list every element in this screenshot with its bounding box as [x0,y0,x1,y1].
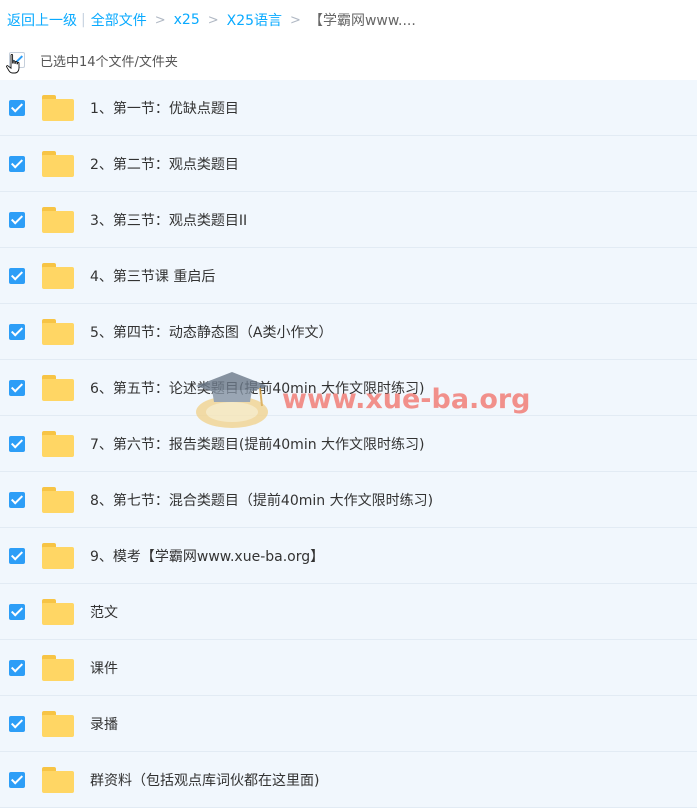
file-name[interactable]: 录播 [90,714,118,734]
file-row[interactable]: 6、第五节：论述类题目(提前40min 大作文限时练习) [0,360,697,416]
folder-icon [42,710,74,737]
breadcrumb-separator-icon: > [207,12,219,28]
back-link[interactable]: 返回上一级 [7,10,77,30]
selection-bar: 已选中14个文件/文件夹 [0,40,697,80]
row-checkbox[interactable] [9,659,25,676]
breadcrumb-separator-icon: > [154,12,166,28]
row-checkbox[interactable] [9,547,25,564]
breadcrumb-all-files[interactable]: 全部文件 [91,10,147,30]
file-row[interactable]: 范文 [0,584,697,640]
file-name[interactable]: 5、第四节：动态静态图（A类小作文） [90,322,332,342]
file-row[interactable]: 5、第四节：动态静态图（A类小作文） [0,304,697,360]
file-row[interactable]: 4、第三节课 重启后 [0,248,697,304]
breadcrumb-pipe: | [81,12,86,28]
row-checkbox[interactable] [9,603,25,620]
breadcrumb-separator-icon: > [290,12,301,28]
file-name[interactable]: 6、第五节：论述类题目(提前40min 大作文限时练习) [90,378,425,398]
file-name[interactable]: 7、第六节：报告类题目(提前40min 大作文限时练习) [90,434,425,454]
folder-icon [42,654,74,681]
folder-icon [42,150,74,177]
select-all-checkbox[interactable] [6,52,25,74]
folder-icon [42,318,74,345]
file-name[interactable]: 8、第七节：混合类题目（提前40min 大作文限时练习) [90,490,433,510]
selection-count-label: 已选中14个文件/文件夹 [40,54,178,70]
folder-icon [42,206,74,233]
folder-icon [42,94,74,121]
file-row[interactable]: 群资料（包括观点库词伙都在这里面) [0,752,697,808]
file-name[interactable]: 群资料（包括观点库词伙都在这里面) [90,770,319,790]
folder-icon [42,486,74,513]
breadcrumb: 返回上一级 | 全部文件 > x25 > X25语言 > 【学霸网www.... [0,0,697,40]
file-name[interactable]: 9、模考【学霸网www.xue-ba.org】 [90,546,324,566]
row-checkbox[interactable] [9,267,25,284]
folder-icon [42,542,74,569]
row-checkbox[interactable] [9,771,25,788]
file-row[interactable]: 2、第二节：观点类题目 [0,136,697,192]
row-checkbox[interactable] [9,491,25,508]
folder-icon [42,766,74,793]
row-checkbox[interactable] [9,379,25,396]
breadcrumb-x25[interactable]: x25 [174,12,200,28]
hand-cursor-icon [6,54,20,74]
file-name[interactable]: 4、第三节课 重启后 [90,266,215,286]
row-checkbox[interactable] [9,715,25,732]
file-row[interactable]: 录播 [0,696,697,752]
row-checkbox[interactable] [9,155,25,172]
file-list: 1、第一节：优缺点题目 2、第二节：观点类题目 3、第三节：观点类题目II 4、第三节… [0,80,697,808]
file-name[interactable]: 范文 [90,602,118,622]
breadcrumb-x25-language[interactable]: X25语言 [227,10,282,30]
file-name[interactable]: 2、第二节：观点类题目 [90,154,239,174]
file-row[interactable]: 课件 [0,640,697,696]
file-row[interactable]: 9、模考【学霸网www.xue-ba.org】 [0,528,697,584]
row-checkbox[interactable] [9,323,25,340]
file-row[interactable]: 3、第三节：观点类题目II [0,192,697,248]
folder-icon [42,374,74,401]
file-name[interactable]: 课件 [90,658,118,678]
folder-icon [42,430,74,457]
row-checkbox[interactable] [9,435,25,452]
file-row[interactable]: 1、第一节：优缺点题目 [0,80,697,136]
row-checkbox[interactable] [9,211,25,228]
folder-icon [42,262,74,289]
file-row[interactable]: 8、第七节：混合类题目（提前40min 大作文限时练习) [0,472,697,528]
breadcrumb-current: 【学霸网www.... [308,13,416,29]
file-name[interactable]: 1、第一节：优缺点题目 [90,98,239,118]
row-checkbox[interactable] [9,99,25,116]
folder-icon [42,598,74,625]
file-row[interactable]: 7、第六节：报告类题目(提前40min 大作文限时练习) [0,416,697,472]
file-name[interactable]: 3、第三节：观点类题目II [90,210,247,230]
